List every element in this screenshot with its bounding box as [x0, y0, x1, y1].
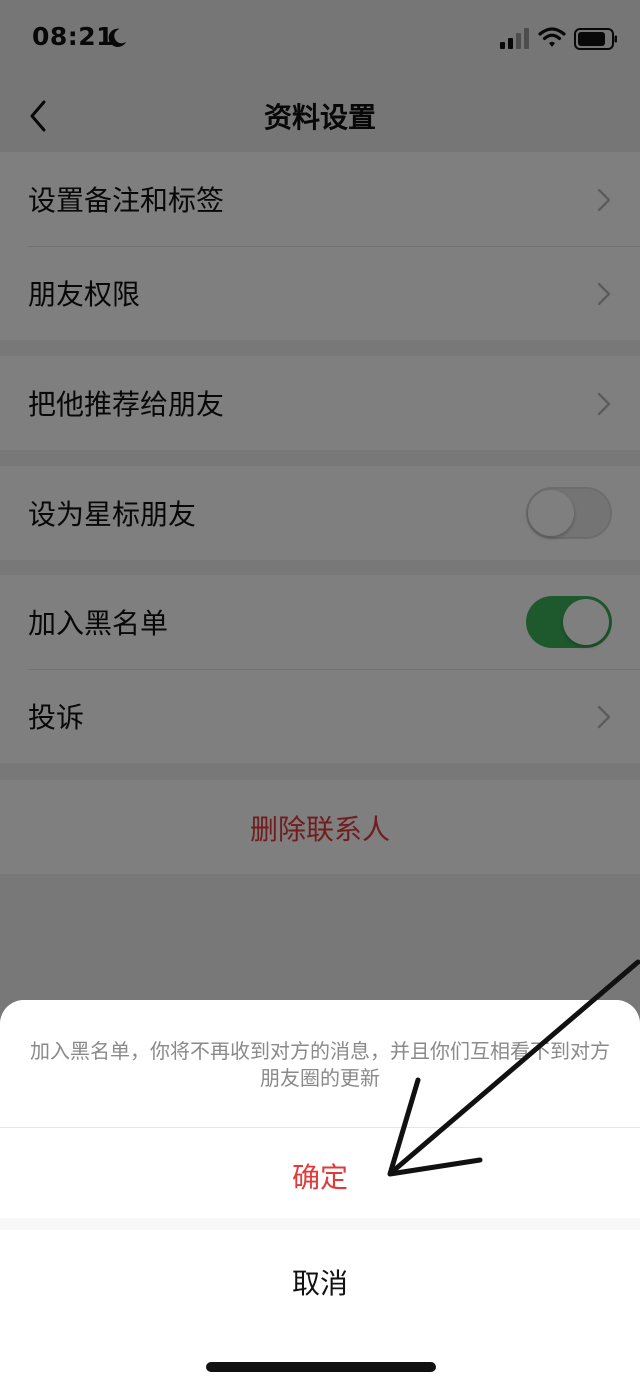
annotation-arrow-icon — [387, 959, 640, 1177]
cancel-label: 取消 — [291, 1267, 348, 1300]
home-indicator — [206, 1362, 436, 1372]
cancel-button[interactable]: 取消 — [0, 1230, 640, 1386]
